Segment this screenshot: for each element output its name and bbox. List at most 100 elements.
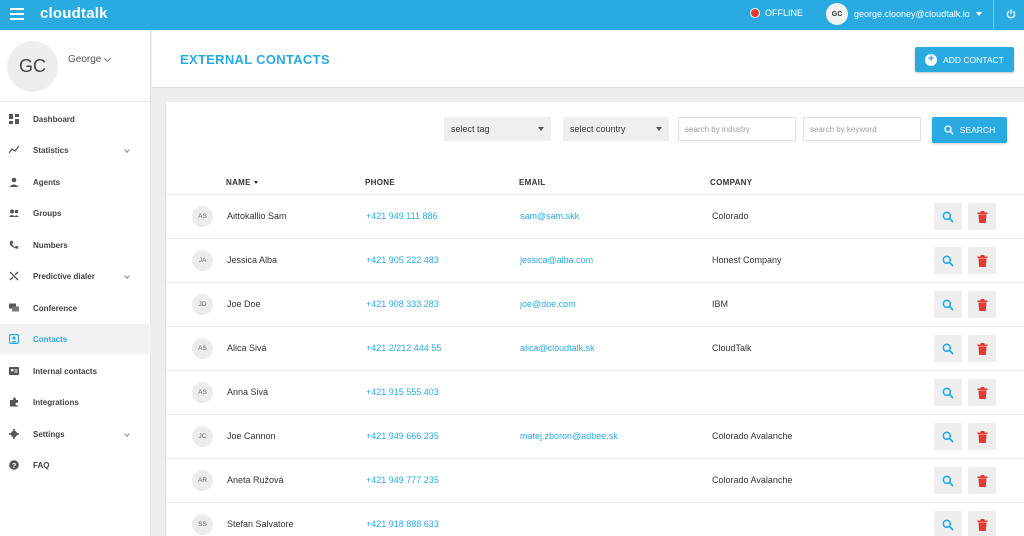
search-label: SEARCH bbox=[959, 125, 996, 135]
contact-name: Anna Sivá bbox=[227, 387, 269, 397]
search-icon bbox=[942, 519, 954, 531]
sidebar-item-agents[interactable]: Agents bbox=[0, 167, 151, 197]
status-toggle[interactable]: OFFLINE bbox=[750, 8, 803, 18]
delete-contact-button[interactable] bbox=[968, 467, 996, 494]
contact-phone-link[interactable]: +421 908 333 283 bbox=[366, 299, 439, 309]
sidebar-item-groups[interactable]: Groups bbox=[0, 198, 151, 228]
add-contact-button[interactable]: + ADD CONTACT bbox=[915, 47, 1014, 72]
view-contact-button[interactable] bbox=[934, 423, 962, 450]
sidebar-item-numbers[interactable]: Numbers bbox=[0, 230, 151, 260]
contact-phone-link[interactable]: +421 949 777 235 bbox=[366, 475, 439, 485]
contact-email-link[interactable]: sam@sam.skk bbox=[520, 211, 579, 221]
sidebar-item-contacts[interactable]: Contacts bbox=[0, 324, 151, 354]
sidebar-item-settings[interactable]: Settings bbox=[0, 419, 151, 449]
trash-icon bbox=[977, 386, 987, 399]
search-icon bbox=[942, 343, 954, 355]
delete-contact-button[interactable] bbox=[968, 511, 996, 536]
view-contact-button[interactable] bbox=[934, 291, 962, 318]
gear-icon bbox=[9, 429, 19, 439]
delete-contact-button[interactable] bbox=[968, 423, 996, 450]
search-icon bbox=[942, 387, 954, 399]
sidebar: GC George Dashboard Statistics Agents Group… bbox=[0, 30, 151, 536]
contact-name: Joe Cannon bbox=[227, 431, 276, 441]
table-row: AS Anna Sivá +421 915 555 403 bbox=[166, 370, 1024, 414]
chevron-down-icon bbox=[124, 431, 130, 437]
sidebar-item-label: Dashboard bbox=[33, 114, 75, 124]
search-button[interactable]: SEARCH bbox=[932, 117, 1007, 143]
table-row: AS Alica Sivá +421 2/212 444 55 alica@cloud… bbox=[166, 326, 1024, 370]
country-select[interactable]: select country bbox=[563, 117, 669, 141]
contact-name: Alica Sivá bbox=[227, 343, 267, 353]
sidebar-item-internal-contacts[interactable]: Internal contacts bbox=[0, 356, 151, 386]
contact-email-link[interactable]: jessica@alba.com bbox=[520, 255, 593, 265]
sidebar-item-label: Statistics bbox=[33, 145, 69, 155]
view-contact-button[interactable] bbox=[934, 203, 962, 230]
search-icon bbox=[942, 255, 954, 267]
profile-menu[interactable]: George bbox=[68, 54, 112, 65]
contact-company: Honest Company bbox=[712, 255, 782, 265]
power-icon[interactable] bbox=[1006, 9, 1016, 19]
industry-search-input[interactable] bbox=[678, 117, 796, 141]
table-row: AR Aneta Ružová +421 949 777 235 Colorado A… bbox=[166, 458, 1024, 502]
page-title: EXTERNAL CONTACTS bbox=[180, 52, 330, 67]
table-row: JA Jessica Alba +421 905 222 483 jessica@al… bbox=[166, 238, 1024, 282]
contact-name: Aneta Ružová bbox=[227, 475, 284, 485]
statistics-icon bbox=[9, 145, 19, 155]
contact-phone-link[interactable]: +421 918 888 633 bbox=[366, 519, 439, 529]
contact-phone-link[interactable]: +421 2/212 444 55 bbox=[366, 343, 441, 353]
column-header-company: COMPANY bbox=[710, 178, 753, 187]
view-contact-button[interactable] bbox=[934, 467, 962, 494]
contact-name: Stefan Salvatore bbox=[227, 519, 294, 529]
view-contact-button[interactable] bbox=[934, 511, 962, 536]
contact-phone-link[interactable]: +421 915 555 403 bbox=[366, 387, 439, 397]
sidebar-item-faq[interactable]: ? FAQ bbox=[0, 450, 151, 480]
user-menu[interactable]: GC george.clooney@cloudtalk.io bbox=[826, 3, 982, 25]
tag-select[interactable]: select tag bbox=[444, 117, 551, 141]
sidebar-item-predictive-dialer[interactable]: Predictive dialer bbox=[0, 261, 151, 291]
svg-text:?: ? bbox=[12, 461, 17, 470]
contact-phone-link[interactable]: +421 905 222 483 bbox=[366, 255, 439, 265]
trash-icon bbox=[977, 342, 987, 355]
sidebar-item-label: Conference bbox=[33, 303, 78, 313]
profile-name: George bbox=[68, 54, 102, 65]
delete-contact-button[interactable] bbox=[968, 335, 996, 362]
contact-phone-link[interactable]: +421 949 666 235 bbox=[366, 431, 439, 441]
sidebar-item-statistics[interactable]: Statistics bbox=[0, 135, 151, 165]
contacts-card: select tag select country SEARCH NAME PH… bbox=[166, 102, 1024, 536]
delete-contact-button[interactable] bbox=[968, 379, 996, 406]
dashboard-icon bbox=[9, 114, 19, 124]
delete-contact-button[interactable] bbox=[968, 203, 996, 230]
contact-email-link[interactable]: joe@doe.com bbox=[520, 299, 576, 309]
keyword-search-input[interactable] bbox=[803, 117, 921, 141]
contact-company: Colorado Avalanche bbox=[712, 475, 793, 485]
contacts-icon bbox=[9, 334, 19, 344]
contact-company: Colorado Avalanche bbox=[712, 431, 793, 441]
contact-email-link[interactable]: alica@cloudtalk.sk bbox=[520, 343, 595, 353]
user-email: george.clooney@cloudtalk.io bbox=[854, 9, 970, 19]
view-contact-button[interactable] bbox=[934, 247, 962, 274]
brand-logo: cloudtalk bbox=[40, 5, 108, 22]
contact-company: CloudTalk bbox=[712, 343, 752, 353]
delete-contact-button[interactable] bbox=[968, 291, 996, 318]
column-header-name[interactable]: NAME bbox=[226, 178, 258, 187]
contact-card-icon bbox=[9, 366, 19, 376]
menu-icon[interactable] bbox=[10, 8, 24, 20]
divider bbox=[993, 0, 994, 30]
delete-contact-button[interactable] bbox=[968, 247, 996, 274]
avatar: AS bbox=[192, 338, 213, 359]
sidebar-item-integrations[interactable]: Integrations bbox=[0, 387, 151, 417]
view-contact-button[interactable] bbox=[934, 379, 962, 406]
agent-icon bbox=[9, 177, 19, 187]
top-bar: cloudtalk OFFLINE GC george.clooney@clou… bbox=[0, 0, 1024, 30]
sidebar-item-conference[interactable]: Conference bbox=[0, 293, 151, 323]
puzzle-icon bbox=[9, 397, 19, 407]
table-row: SS Stefan Salvatore +421 918 888 633 bbox=[166, 502, 1024, 536]
sidebar-item-dashboard[interactable]: Dashboard bbox=[0, 104, 151, 134]
contact-company: Colorado bbox=[712, 211, 749, 221]
sidebar-item-label: Predictive dialer bbox=[33, 271, 95, 281]
view-contact-button[interactable] bbox=[934, 335, 962, 362]
sidebar-item-label: Numbers bbox=[33, 240, 68, 250]
contact-phone-link[interactable]: +421 949 111 886 bbox=[366, 211, 438, 221]
contact-email-link[interactable]: matej.zboron@adbee.sk bbox=[520, 431, 618, 441]
tag-select-value: select tag bbox=[451, 124, 490, 134]
